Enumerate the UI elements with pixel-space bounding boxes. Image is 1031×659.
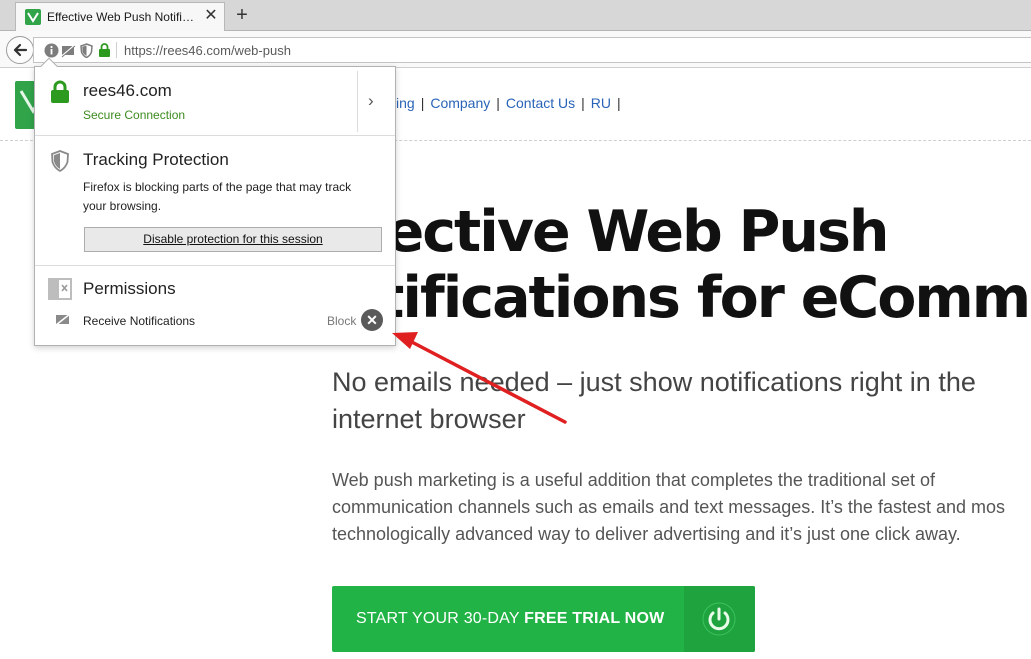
chevron-right-icon[interactable]: ›	[368, 91, 374, 111]
nav-separator: |	[420, 95, 425, 111]
notification-icon	[55, 313, 71, 326]
section-divider	[357, 71, 358, 132]
tracking-protection-title: Tracking Protection	[83, 150, 229, 169]
hero-title-line-1: ffective Web Push	[340, 199, 890, 265]
notification-permission-label: Receive Notifications	[83, 314, 196, 328]
disable-protection-button[interactable]: Disable protection for this session	[84, 227, 382, 252]
hero-title-line-2: otifications for eCommerce	[340, 265, 1031, 331]
nav-separator: |	[581, 95, 585, 111]
info-icon[interactable]	[44, 43, 59, 58]
back-button[interactable]	[6, 36, 34, 64]
back-arrow-icon	[13, 43, 28, 57]
cta-power-area	[684, 586, 755, 652]
notification-permission-state: Block	[327, 314, 357, 328]
hero-subtitle: No emails needed – just show notificatio…	[332, 367, 976, 434]
permissions-icon	[48, 278, 72, 300]
nav-bar: https://rees46.com/web-push	[0, 31, 1031, 68]
free-trial-label: START YOUR 30-DAY FREE TRIAL NOW	[356, 610, 664, 628]
tracking-protection-description: Firefox is blocking parts of the page th…	[83, 180, 352, 213]
screen: Effective Web Push Notifi… ✕ + https://r…	[0, 0, 1031, 659]
new-tab-button[interactable]: +	[231, 4, 253, 26]
shield-icon	[51, 150, 69, 172]
cta-prefix: START YOUR 30-DAY	[356, 610, 525, 627]
body-line-2: communication channels such as emails an…	[332, 497, 1006, 517]
site-favicon-icon	[25, 9, 41, 25]
lock-icon[interactable]	[97, 43, 112, 58]
permissions-title: Permissions	[83, 279, 176, 298]
nav-link-ru[interactable]: RU	[591, 95, 611, 111]
lock-icon	[51, 80, 69, 103]
nav-separator: |	[617, 95, 621, 111]
notification-icon[interactable]	[61, 43, 76, 58]
tracking-protection-section: Tracking Protection Firefox is blocking …	[35, 137, 395, 266]
power-icon	[702, 602, 736, 636]
secure-connection-label: Secure Connection	[83, 108, 186, 122]
nav-link-company[interactable]: Company	[430, 95, 490, 111]
tab-close-icon[interactable]: ✕	[202, 7, 220, 25]
connection-section[interactable]: rees46.com Secure Connection ›	[35, 67, 395, 136]
nav-link-contact[interactable]: Contact Us	[506, 95, 575, 111]
url-text[interactable]: https://rees46.com/web-push	[124, 43, 291, 58]
site-nav: ing | Company | Contact Us | RU |	[396, 95, 627, 111]
shield-icon[interactable]	[79, 43, 94, 58]
body-line-1: Web push marketing is a useful addition …	[332, 470, 936, 490]
site-host: rees46.com	[83, 81, 172, 100]
nav-separator: |	[496, 95, 500, 111]
free-trial-button[interactable]: START YOUR 30-DAY FREE TRIAL NOW	[332, 586, 755, 652]
nav-link-pricing[interactable]: ing	[396, 95, 415, 111]
tab-web-push[interactable]: Effective Web Push Notifi… ✕	[15, 2, 225, 31]
site-identity-panel: rees46.com Secure Connection › Tracking …	[34, 57, 396, 346]
body-line-3: technologically advanced way to deliver …	[332, 524, 961, 544]
tab-strip: Effective Web Push Notifi… ✕ +	[0, 0, 1031, 31]
url-separator	[116, 42, 117, 58]
hero-body: Web push marketing is a useful addition …	[332, 467, 1031, 548]
hero-title: ffective Web Push otifications for eComm…	[340, 199, 1031, 331]
remove-permission-button[interactable]: ✕	[361, 309, 383, 331]
tab-title: Effective Web Push Notifi…	[47, 10, 194, 24]
cta-bold: FREE TRIAL NOW	[524, 610, 665, 627]
url-bar[interactable]: https://rees46.com/web-push	[33, 37, 1031, 63]
